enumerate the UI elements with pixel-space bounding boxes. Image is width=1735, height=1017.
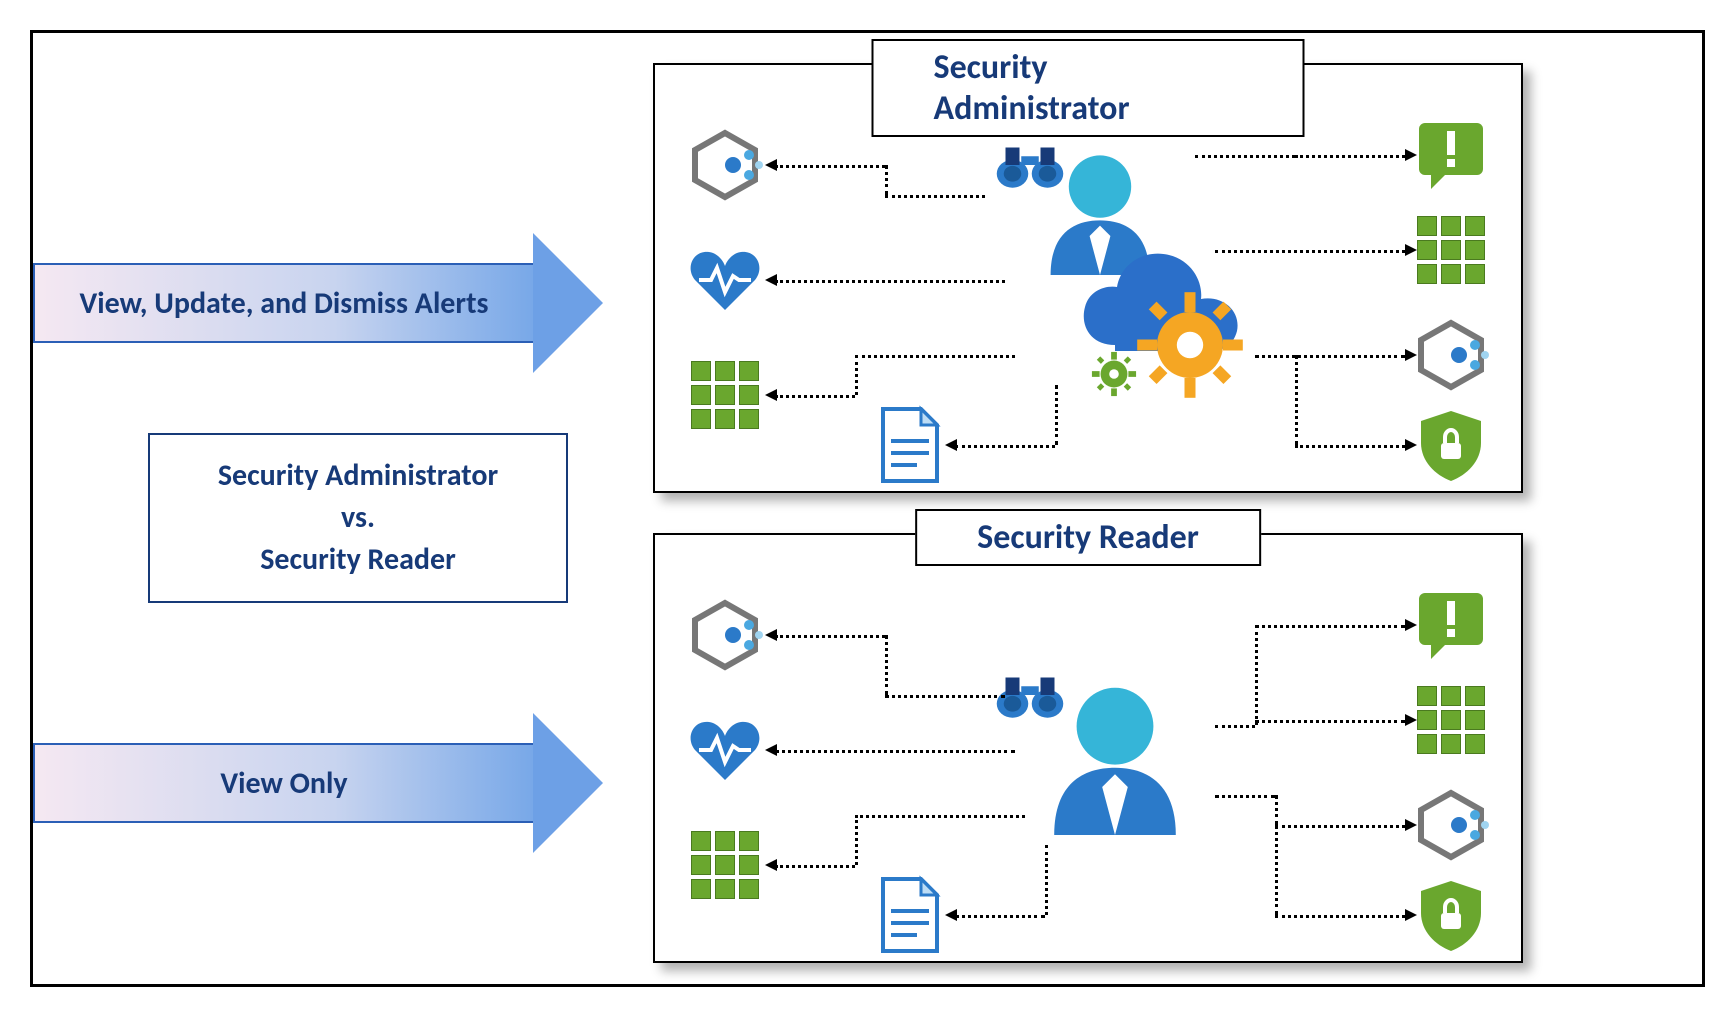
security-administrator-panel: Security Administrator: [653, 63, 1523, 493]
comparison-line-1: Security Administrator: [180, 455, 536, 497]
health-heart-icon: [685, 240, 765, 320]
diagram-frame: View, Update, and Dismiss Alerts Securit…: [30, 30, 1705, 987]
app-grid-icon: [685, 355, 765, 435]
document-icon: [875, 875, 945, 955]
gear-settings-icon: [1135, 290, 1245, 400]
arrow-reader-label: View Only: [220, 765, 347, 802]
app-grid-icon: [1411, 680, 1491, 760]
reader-panel-title: Security Reader: [915, 509, 1261, 566]
shield-lock-icon: [1411, 405, 1491, 485]
hexagon-nodes-icon: [1411, 785, 1491, 865]
admin-panel-title: Security Administrator: [872, 39, 1305, 137]
health-heart-icon: [685, 710, 765, 790]
alert-icon: [1411, 585, 1491, 665]
user-icon: [1035, 675, 1195, 835]
comparison-line-3: Security Reader: [180, 539, 536, 581]
hexagon-nodes-icon: [685, 595, 765, 675]
comparison-title-box: Security Administrator vs. Security Read…: [148, 433, 568, 603]
app-grid-icon: [1411, 210, 1491, 290]
shield-lock-icon: [1411, 875, 1491, 955]
app-grid-icon: [685, 825, 765, 905]
alert-icon: [1411, 115, 1491, 195]
security-reader-panel: Security Reader: [653, 533, 1523, 963]
comparison-line-2: vs.: [180, 497, 536, 539]
arrow-admin-label: View, Update, and Dismiss Alerts: [80, 285, 489, 322]
hexagon-nodes-icon: [685, 125, 765, 205]
gear-settings-icon: [1090, 350, 1138, 398]
document-icon: [875, 405, 945, 485]
hexagon-nodes-icon: [1411, 315, 1491, 395]
arrow-admin-capability: View, Update, and Dismiss Alerts: [33, 233, 603, 373]
arrow-reader-capability: View Only: [33, 713, 603, 853]
